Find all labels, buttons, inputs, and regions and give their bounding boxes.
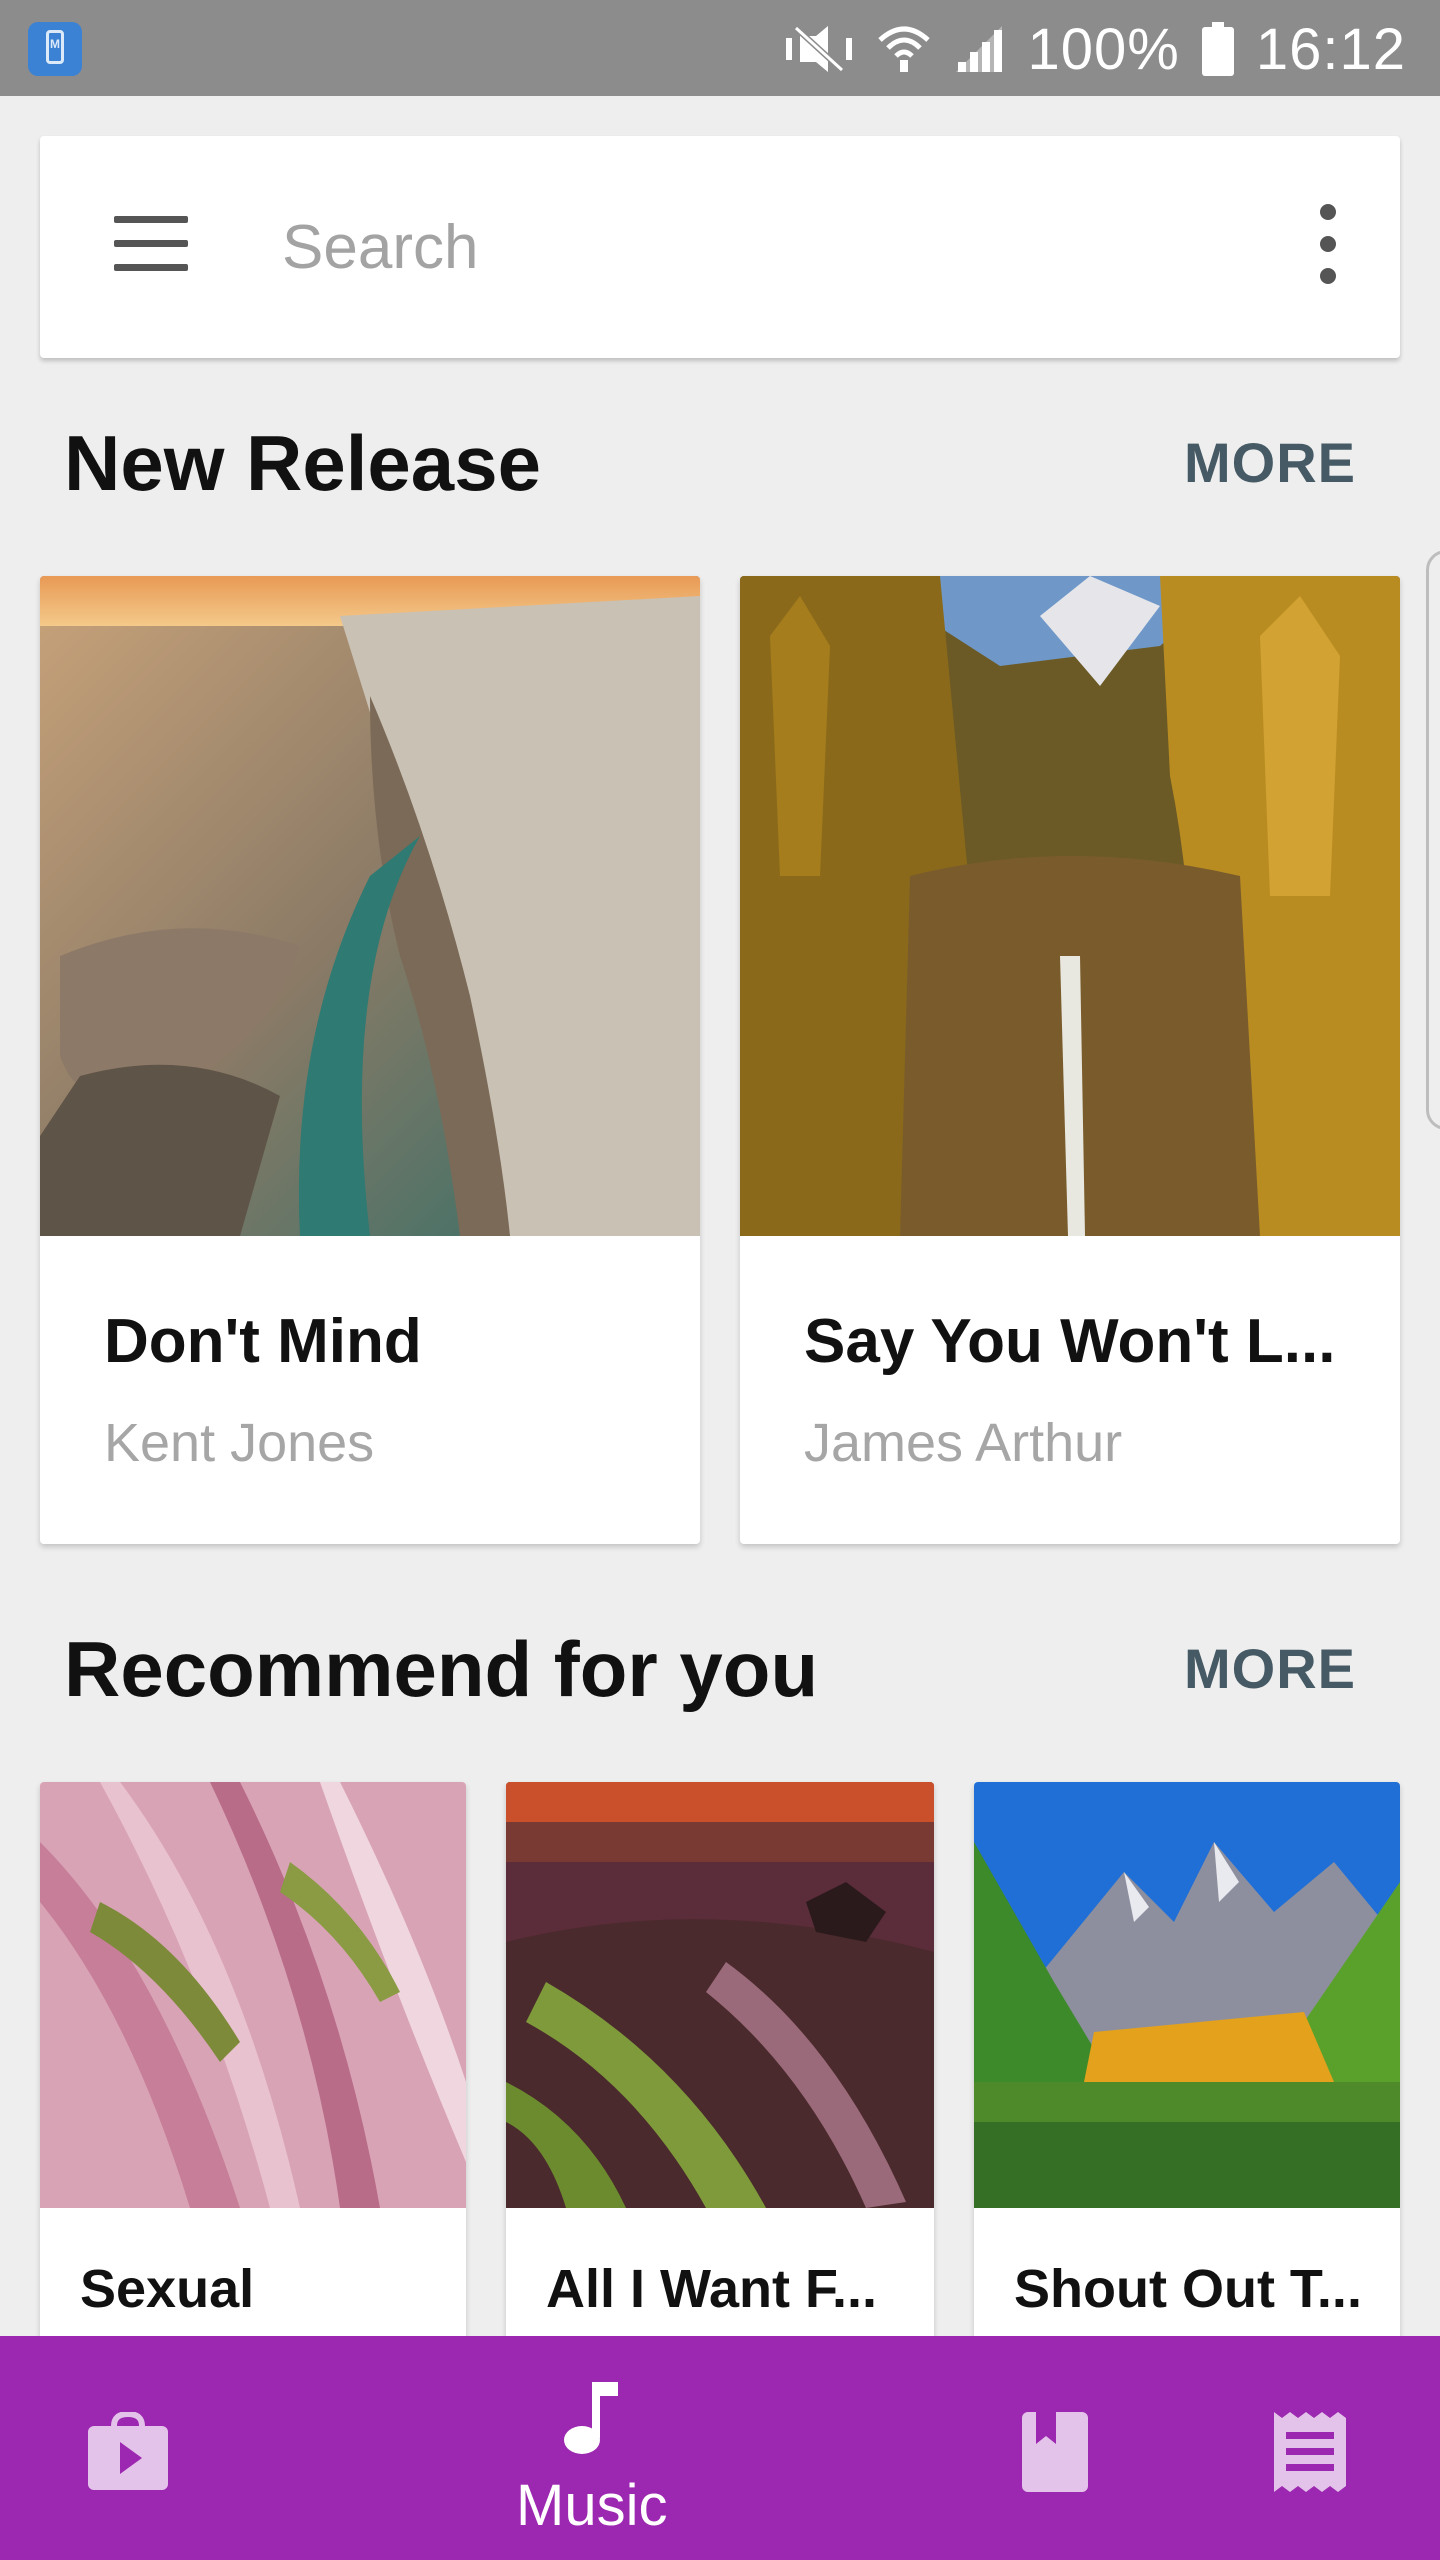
nav-books-icon[interactable] (1020, 2410, 1090, 2499)
recommend-card-all-i-want[interactable]: All I Want F... (506, 1782, 934, 2382)
recommend-title: All I Want F... (546, 2259, 877, 2319)
album-art-grass (40, 1782, 466, 2208)
release-artist: Kent Jones (104, 1413, 375, 1473)
nav-store-icon[interactable] (86, 2410, 170, 2497)
more-vert-icon[interactable] (1308, 204, 1348, 294)
release-card-dont-mind[interactable]: Don't Mind Kent Jones (40, 576, 700, 1544)
next-card-peek (1426, 550, 1440, 1130)
nav-music-icon[interactable] (560, 2380, 620, 2461)
hamburger-menu-icon[interactable] (114, 216, 192, 274)
recommend-title: Sexual (80, 2259, 255, 2319)
recommend-title: Shout Out T... (1014, 2259, 1362, 2319)
release-title: Don't Mind (104, 1307, 422, 1376)
nav-music-label[interactable]: Music (516, 2472, 667, 2539)
wifi-icon (877, 24, 930, 74)
album-art-rocky-shore (506, 1782, 934, 2208)
recommend-more-button[interactable]: MORE (1184, 1636, 1356, 1701)
bottom-navigation: Music (0, 2336, 1440, 2560)
recommend-heading: Recommend for you (64, 1625, 819, 1713)
battery-percent: 100% (1027, 16, 1180, 82)
recommend-card-shout-out[interactable]: Shout Out T... (974, 1782, 1400, 2382)
nav-receipt-icon[interactable] (1272, 2410, 1348, 2499)
recommend-card-sexual[interactable]: Sexual (40, 1782, 466, 2382)
release-artist: James Arthur (804, 1413, 1123, 1473)
new-release-heading: New Release (64, 419, 541, 507)
status-icons: 100% 16:12 (782, 14, 1407, 84)
release-title: Say You Won't L... (804, 1307, 1336, 1376)
search-bar (40, 136, 1400, 358)
album-art-waterfall (740, 576, 1400, 1236)
new-release-more-button[interactable]: MORE (1184, 430, 1356, 495)
battery-icon (1201, 22, 1234, 76)
clock: 16:12 (1255, 16, 1406, 82)
release-card-say-you-wont[interactable]: Say You Won't L... James Arthur (740, 576, 1400, 1544)
status-bar: 100% 16:12 (0, 0, 1440, 96)
mute-vibrate-icon (782, 24, 856, 74)
app-notification-icon (28, 22, 82, 76)
album-art-mountain-lake (974, 1782, 1400, 2208)
search-input[interactable] (280, 196, 1244, 298)
album-art-coast (40, 576, 700, 1236)
signal-icon (952, 24, 1006, 74)
